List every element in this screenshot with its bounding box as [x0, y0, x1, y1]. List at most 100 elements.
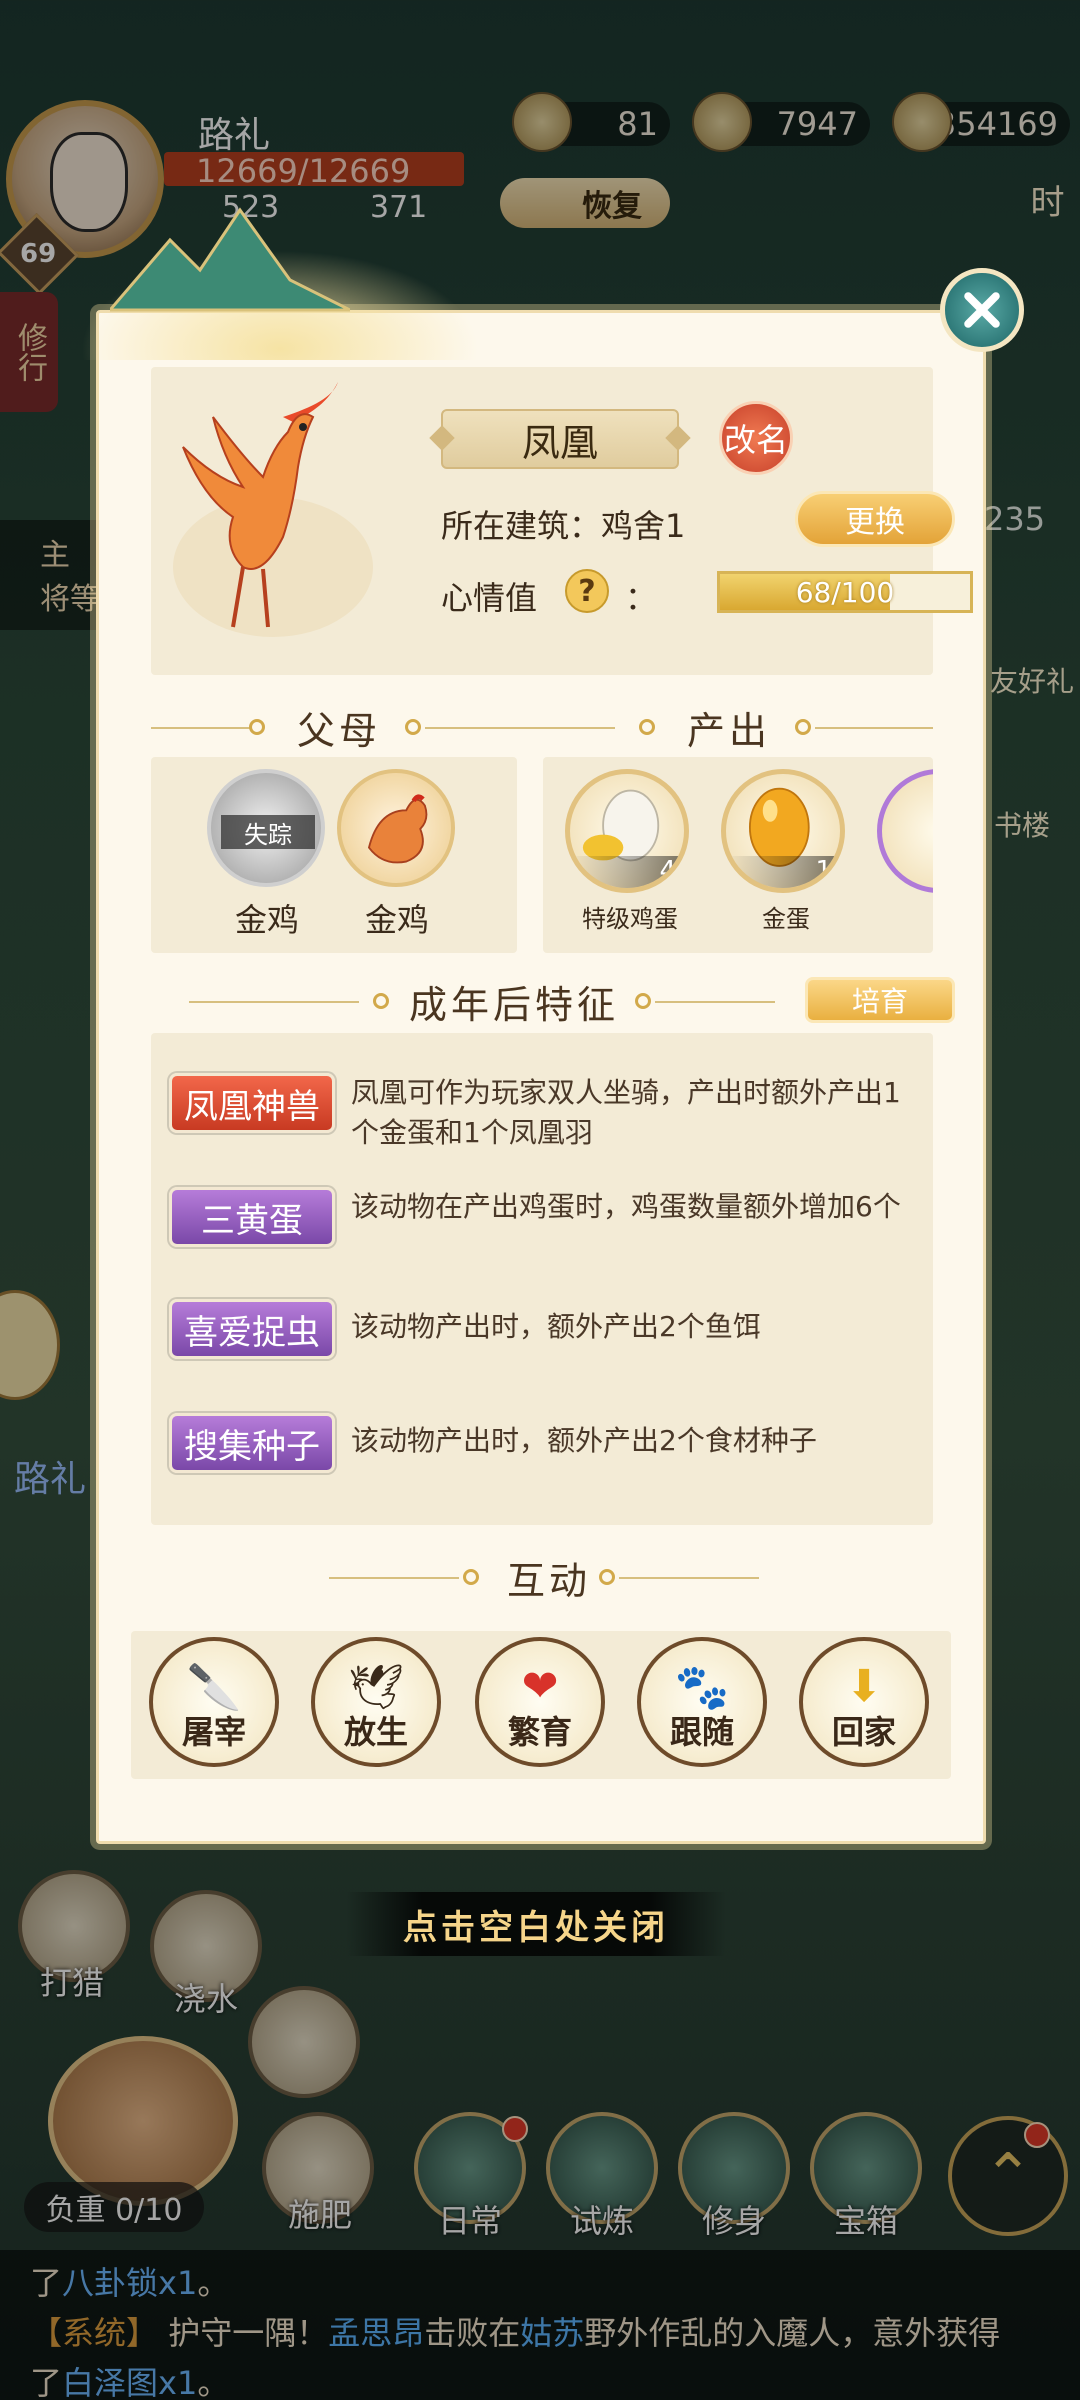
parent-item[interactable]: 金鸡 — [337, 769, 457, 941]
breed-button[interactable]: ❤ 繁育 — [475, 1637, 605, 1767]
mood-bar: 68/100 — [717, 571, 973, 613]
coins-icon — [892, 92, 952, 152]
interact-heading: 互动 — [506, 1558, 591, 1603]
output-count: 4 — [570, 856, 684, 888]
pawprints-icon: 🐾 — [674, 1662, 730, 1713]
chat-line-2: 【系统】 护守一隅！孟思昂击败在姑苏野外作乱的入魔人，意外获得 — [30, 2314, 1001, 2352]
go-home-button[interactable]: ⬇ 回家 — [799, 1637, 929, 1767]
mountain-decoration — [110, 207, 350, 312]
gift-label[interactable]: 友好礼 — [990, 660, 1074, 700]
practice-tab[interactable]: 修行 — [0, 292, 58, 412]
divider-line — [619, 1577, 759, 1579]
rename-button[interactable]: 改名 — [719, 401, 793, 475]
close-hint: 点击空白处关闭 — [346, 1892, 726, 1956]
top-status-bar: 69 路礼 12669/12669 523 371 81 7947 354169… — [0, 0, 1080, 296]
chat-log[interactable]: 了八卦锁x1。 【系统】 护守一隅！孟思昂击败在姑苏野外作乱的入魔人，意外获得 … — [0, 2250, 1080, 2400]
output-count: 1 — [726, 856, 840, 888]
silver-resource[interactable]: 7947 — [692, 92, 870, 152]
trait-description: 凤凰可作为玩家双人坐骑，产出时额外产出1个金蛋和1个凤凰羽 — [351, 1076, 901, 1149]
knot-decoration — [249, 719, 265, 735]
mood-colon: ： — [625, 579, 658, 617]
knot-decoration — [405, 719, 421, 735]
swap-building-button[interactable]: 更换 — [795, 491, 955, 547]
expand-menu-button[interactable]: ⌃ — [948, 2116, 1068, 2236]
bird-icon: 🕊 — [348, 1662, 404, 1713]
output-name: 金蛋 — [762, 905, 810, 933]
hearts-icon: ❤ — [521, 1661, 559, 1712]
trial-label: 试炼 — [569, 2202, 634, 2240]
trait-tag[interactable]: 三黄蛋 — [169, 1187, 335, 1247]
golden-egg-icon: 1 — [721, 769, 845, 893]
slaughter-button[interactable]: 🔪 屠宰 — [149, 1637, 279, 1767]
output-heading: 产出 — [686, 708, 771, 753]
trait-tag[interactable]: 凤凰神兽 — [169, 1073, 335, 1133]
expand-red-dot — [1024, 2122, 1050, 2148]
traits-card: 凤凰神兽 凤凰可作为玩家双人坐骑，产出时额外产出1个金蛋和1个凤凰羽 三黄蛋 该… — [151, 1033, 933, 1525]
follow-button[interactable]: 🐾 跟随 — [637, 1637, 767, 1767]
recover-button[interactable]: 恢复 — [500, 178, 670, 228]
right-counter: 235 — [984, 500, 1046, 538]
knot-decoration — [373, 993, 389, 1009]
trait-tag[interactable]: 喜爱捉虫 — [169, 1299, 335, 1359]
pet-name: 凤凰 — [521, 420, 598, 465]
output-item[interactable]: 1 金蛋 — [721, 769, 851, 934]
player-name: 路礼 — [198, 115, 271, 156]
divider-line — [329, 1577, 459, 1579]
left-player-name[interactable]: 路礼 — [14, 1450, 86, 1502]
library-label[interactable]: 书楼 — [994, 804, 1050, 844]
parents-heading: 父母 — [296, 708, 381, 753]
parents-card: 失踪 金鸡 金鸡 — [151, 757, 517, 953]
output-name: 特级鸡蛋 — [582, 905, 678, 933]
knot-decoration — [795, 719, 811, 735]
cart-icon[interactable] — [48, 2036, 238, 2206]
close-icon — [964, 292, 1000, 328]
knot-decoration — [635, 993, 651, 1009]
jade-resource[interactable]: 81 — [512, 92, 670, 152]
trait-description: 该动物在产出鸡蛋时，鸡蛋数量额外增加6个 — [351, 1190, 901, 1223]
rooster-icon: 失踪 — [207, 769, 325, 887]
divider-line — [655, 1001, 775, 1003]
parent-item[interactable]: 失踪 金鸡 — [207, 769, 327, 941]
coin-resource[interactable]: 354169 — [892, 92, 1070, 152]
premium-egg-icon: 4 — [565, 769, 689, 893]
mood-value: 68/100 — [795, 575, 895, 609]
divider-line — [189, 1001, 359, 1003]
chest-label: 宝箱 — [833, 2202, 898, 2240]
building-label: 所在建筑：鸡舍1 — [441, 507, 686, 545]
parent-name: 金鸡 — [234, 901, 299, 939]
rooster-icon — [337, 769, 455, 887]
cleaver-icon: 🔪 — [186, 1662, 242, 1713]
cultivate-button[interactable]: 培育 — [805, 977, 955, 1023]
hunt-label: 打猎 — [39, 1964, 104, 2002]
release-button[interactable]: 🕊 放生 — [311, 1637, 441, 1767]
hp-text: 12669/12669 — [196, 152, 411, 190]
stat-b: 371 — [370, 190, 428, 225]
trait-tag[interactable]: 搜集种子 — [169, 1413, 335, 1473]
output-item[interactable]: 4 特级鸡蛋 — [565, 769, 695, 934]
daily-red-dot — [502, 2116, 528, 2142]
daily-label: 日常 — [437, 2202, 502, 2240]
output-item-partial[interactable] — [877, 769, 933, 893]
phoenix-follow-icon[interactable] — [248, 1986, 360, 2098]
knot-decoration — [463, 1569, 479, 1585]
chat-line-3: 了白泽图x1。 — [30, 2364, 230, 2400]
phoenix-portrait — [173, 382, 373, 637]
divider-line — [815, 727, 933, 729]
close-button[interactable] — [940, 268, 1024, 352]
chat-bubble-icon[interactable] — [0, 1290, 60, 1400]
missing-tag: 失踪 — [221, 815, 315, 849]
jade-icon — [512, 92, 572, 152]
knot-decoration — [639, 719, 655, 735]
help-icon[interactable]: ? — [565, 569, 609, 613]
rooster-drawing — [367, 794, 428, 864]
cultivate-self-label: 修身 — [701, 2202, 766, 2240]
divider-line — [425, 727, 615, 729]
time-label: 亥时 — [1024, 184, 1080, 222]
divider-line — [151, 727, 251, 729]
actions-card: 🔪 屠宰 🕊 放生 ❤ 繁育 🐾 跟随 ⬇ 回家 — [131, 1631, 951, 1779]
traits-heading: 成年后特征 — [408, 982, 619, 1027]
home-arrow-icon: ⬇ — [845, 1661, 883, 1712]
load-indicator: 负重 0/10 — [24, 2182, 204, 2232]
fertilize-label: 施肥 — [287, 2196, 352, 2234]
pet-detail-modal: 凤凰 改名 所在建筑：鸡舍1 更换 心情值 ? ： 68/100 父母 产出 失… — [96, 310, 986, 1844]
